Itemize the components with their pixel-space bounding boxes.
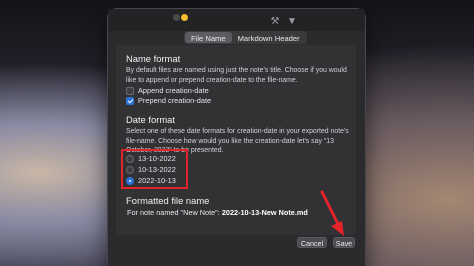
annotation-arrow [320, 190, 344, 236]
